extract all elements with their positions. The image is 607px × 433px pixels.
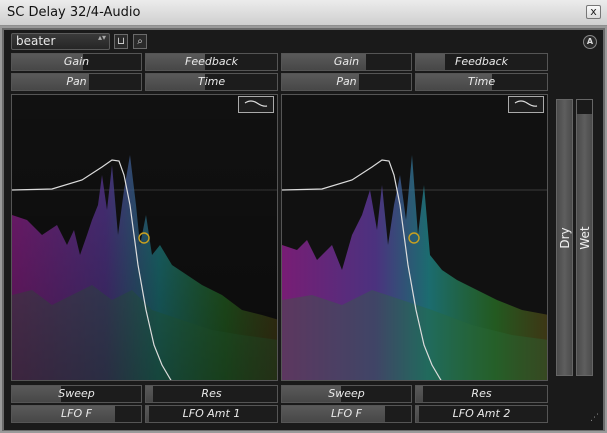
ch1-time-label: Time bbox=[197, 75, 226, 88]
ch1-lfo-amt-fill bbox=[146, 406, 149, 422]
ch1-lfo-f-label: LFO F bbox=[61, 407, 92, 420]
ch2-filter-shape-icon[interactable] bbox=[508, 96, 544, 113]
ch1-sweep-fill bbox=[12, 386, 62, 402]
ch2-gain-label: Gain bbox=[333, 55, 360, 68]
ch2-time-label: Time bbox=[467, 75, 496, 88]
ch1-filter-shape-icon[interactable] bbox=[238, 96, 274, 113]
ch2-gain-slider[interactable]: Gain bbox=[281, 53, 412, 71]
ch1-time-fill bbox=[146, 74, 205, 90]
ch1-lfo-amt-slider[interactable]: LFO Amt 1 bbox=[145, 405, 278, 423]
ch1-feedback-label: Feedback bbox=[185, 55, 238, 68]
ch2-sweep-label: Sweep bbox=[328, 387, 365, 400]
ch2-lfo-amt-label: LFO Amt 2 bbox=[452, 407, 511, 420]
ch1-lfo-amt-label: LFO Amt 1 bbox=[182, 407, 241, 420]
ch1-gain-slider[interactable]: Gain bbox=[11, 53, 142, 71]
ch1-res-fill bbox=[146, 386, 153, 402]
ch2-feedback-slider[interactable]: Feedback bbox=[415, 53, 548, 71]
ch2-sweep-slider[interactable]: Sweep bbox=[281, 385, 412, 403]
automation-button[interactable]: A bbox=[583, 35, 597, 49]
ch2-lfo-f-label: LFO F bbox=[331, 407, 362, 420]
ch2-pan-label: Pan bbox=[336, 75, 357, 88]
dry-label: Dry bbox=[557, 226, 572, 249]
wet-slider[interactable]: Wet bbox=[576, 99, 593, 376]
ch2-feedback-fill bbox=[416, 54, 445, 70]
ch2-time-slider[interactable]: Time bbox=[415, 73, 548, 91]
dry-slider[interactable]: Dry bbox=[556, 99, 573, 376]
ch2-lfo-f-slider[interactable]: LFO F bbox=[281, 405, 412, 423]
ch2-lfo-amt-slider[interactable]: LFO Amt 2 bbox=[415, 405, 548, 423]
preset-arrows-icon: ▴▾ bbox=[97, 33, 106, 42]
ch1-sweep-label: Sweep bbox=[58, 387, 95, 400]
ch2-feedback-label: Feedback bbox=[455, 55, 508, 68]
search-icon[interactable]: ⌕ bbox=[133, 34, 147, 49]
window-titlebar[interactable]: SC Delay 32/4-Audio x bbox=[0, 0, 607, 26]
ch1-res-label: Res bbox=[201, 387, 222, 400]
ch1-spectrum-graph bbox=[12, 95, 277, 380]
ch2-pan-slider[interactable]: Pan bbox=[281, 73, 412, 91]
save-icon[interactable]: ⊔ bbox=[114, 34, 128, 49]
window-title: SC Delay 32/4-Audio bbox=[7, 5, 141, 20]
preset-name: beater bbox=[16, 34, 56, 48]
close-button[interactable]: x bbox=[586, 5, 601, 19]
ch1-filter-display[interactable] bbox=[11, 94, 278, 381]
ch2-res-label: Res bbox=[471, 387, 492, 400]
ch1-lfo-f-slider[interactable]: LFO F bbox=[11, 405, 142, 423]
ch1-time-slider[interactable]: Time bbox=[145, 73, 278, 91]
ch1-pan-label: Pan bbox=[66, 75, 87, 88]
ch1-pan-slider[interactable]: Pan bbox=[11, 73, 142, 91]
ch1-gain-label: Gain bbox=[63, 55, 90, 68]
ch1-res-slider[interactable]: Res bbox=[145, 385, 278, 403]
ch2-filter-display[interactable] bbox=[281, 94, 548, 381]
ch1-feedback-slider[interactable]: Feedback bbox=[145, 53, 278, 71]
preset-selector[interactable]: beater ▴▾ bbox=[11, 33, 110, 50]
ch2-res-fill bbox=[416, 386, 423, 402]
ch2-lfo-amt-fill bbox=[416, 406, 419, 422]
ch1-sweep-slider[interactable]: Sweep bbox=[11, 385, 142, 403]
resize-grip-icon[interactable]: ⋰ bbox=[590, 413, 600, 423]
ch2-res-slider[interactable]: Res bbox=[415, 385, 548, 403]
ch2-spectrum-graph bbox=[282, 155, 547, 380]
wet-label: Wet bbox=[577, 225, 592, 250]
